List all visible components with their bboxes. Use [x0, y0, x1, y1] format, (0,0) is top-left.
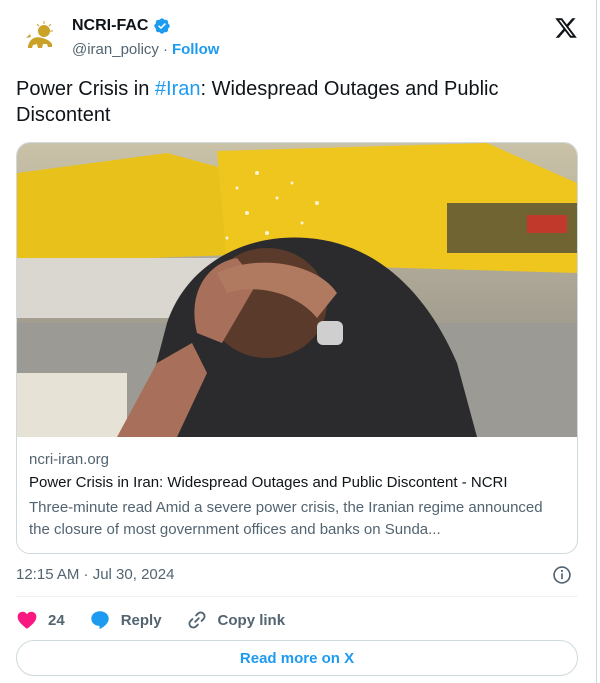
action-bar: 24 Reply Copy link — [16, 608, 309, 632]
x-logo-icon[interactable] — [554, 16, 578, 40]
tweet-embed: NCRI-FAC @iran_policy · Follow Power Cri… — [0, 0, 597, 683]
handle[interactable]: @iran_policy — [72, 41, 159, 58]
reply-bubble-icon — [90, 611, 109, 630]
tweet-timestamp[interactable]: 12:15 AM · Jul 30, 2024 — [16, 566, 174, 583]
link-description: Three-minute read Amid a severe power cr… — [29, 499, 543, 538]
article-photo — [17, 143, 577, 437]
tweet-text-start: Power Crisis in — [16, 78, 155, 100]
like-button[interactable]: 24 — [16, 609, 65, 631]
hashtag-link[interactable]: #Iran — [155, 78, 201, 100]
heart-icon — [17, 611, 37, 629]
link-card-meta: ncri-iran.org Power Crisis in Iran: Wide… — [29, 451, 565, 541]
link-title[interactable]: Power Crisis in Iran: Widespread Outages… — [29, 474, 565, 491]
reply-label: Reply — [120, 611, 162, 629]
copy-link-label: Copy link — [217, 611, 286, 629]
like-count: 24 — [48, 611, 65, 629]
follow-button[interactable]: Follow — [172, 41, 220, 58]
tweet-header: NCRI-FAC @iran_policy · Follow — [18, 14, 582, 62]
separator-dot: · — [162, 41, 168, 58]
info-icon[interactable] — [552, 565, 572, 585]
handle-row: @iran_policy · Follow — [72, 41, 219, 58]
tweet-text: Power Crisis in #Iran: Widespread Outage… — [16, 76, 576, 128]
link-chain-icon — [188, 611, 206, 629]
read-more-button[interactable]: Read more on X — [16, 640, 578, 676]
reply-button[interactable]: Reply — [89, 609, 162, 631]
name-row: NCRI-FAC — [72, 17, 171, 35]
divider — [16, 596, 578, 597]
lion-and-sun-emblem-icon — [19, 17, 61, 59]
copy-link-button[interactable]: Copy link — [186, 609, 286, 631]
link-preview-card[interactable]: ncri-iran.org Power Crisis in Iran: Wide… — [16, 142, 578, 554]
link-domain: ncri-iran.org — [29, 451, 110, 468]
verified-badge-icon — [154, 18, 171, 34]
avatar[interactable] — [18, 16, 62, 60]
display-name[interactable]: NCRI-FAC — [72, 17, 148, 35]
